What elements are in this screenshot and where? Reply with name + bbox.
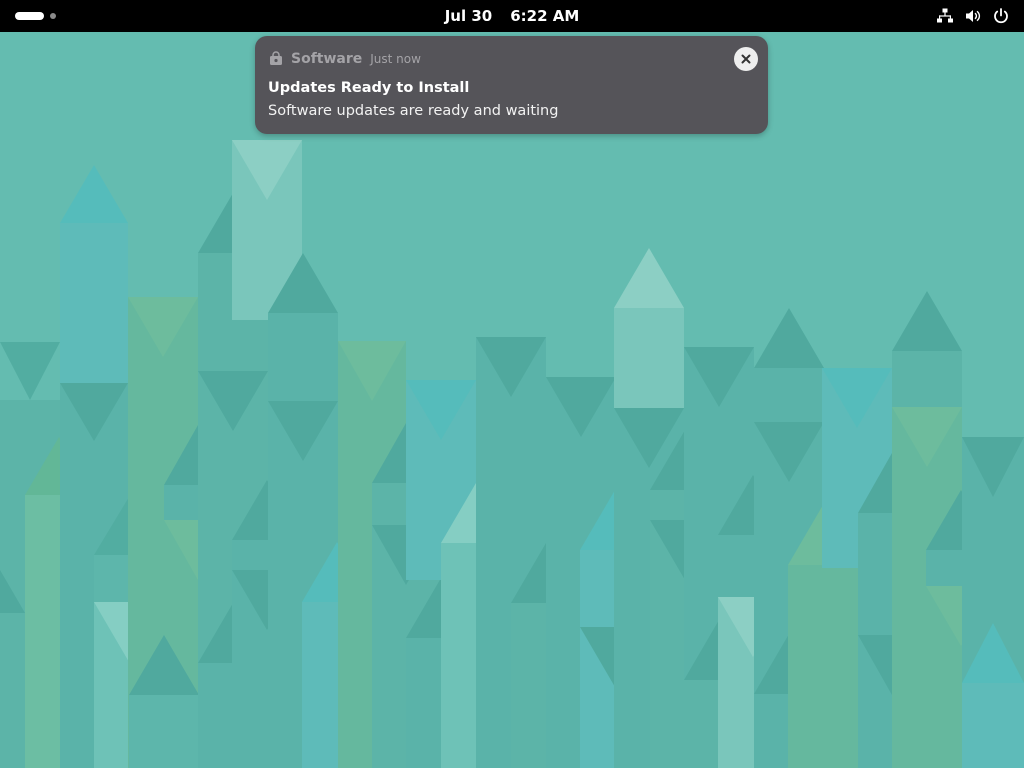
- workspace-indicator-active: [15, 12, 44, 20]
- system-menu-button[interactable]: [936, 7, 1010, 25]
- notification-time: Just now: [370, 52, 421, 66]
- clock: Jul 30 6:22 AM: [0, 0, 1024, 32]
- notification-close-button[interactable]: [734, 47, 758, 71]
- workspace-indicator-inactive: [50, 13, 56, 19]
- volume-icon: [966, 10, 981, 22]
- power-icon: [994, 8, 1008, 24]
- notification-app-name: Software: [291, 51, 363, 67]
- clock-date: Jul 30: [444, 7, 493, 25]
- clock-time: 6:22 AM: [510, 7, 580, 25]
- notification-title: Updates Ready to Install: [268, 80, 470, 96]
- network-wired-icon: [937, 8, 953, 23]
- top-bar: Jul 30 6:22 AM: [0, 0, 1024, 32]
- clock-button[interactable]: Jul 30 6:22 AM: [445, 7, 580, 25]
- close-icon: [741, 54, 751, 64]
- notification-banner[interactable]: Software Just now Updates Ready to Insta…: [255, 36, 768, 134]
- notification-body: Software updates are ready and waiting: [268, 103, 559, 119]
- activities-button[interactable]: [15, 11, 75, 21]
- notification-header: Software Just now: [268, 50, 421, 68]
- software-bag-icon: [270, 51, 282, 65]
- desktop-wallpaper: [0, 32, 1024, 768]
